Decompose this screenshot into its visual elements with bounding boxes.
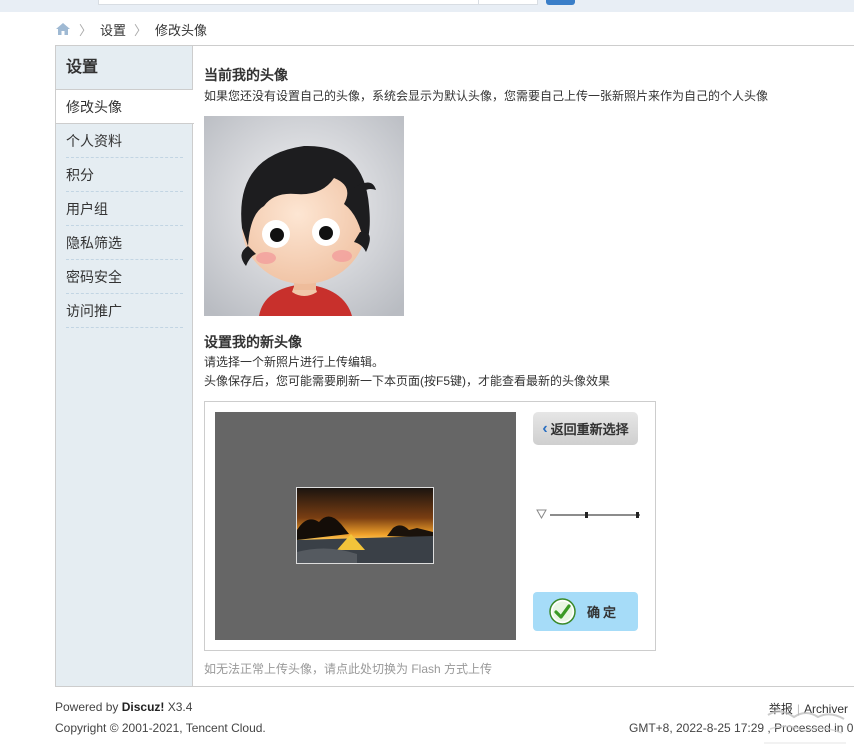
confirm-button[interactable]: 确定 bbox=[533, 592, 638, 631]
uploaded-photo[interactable] bbox=[296, 487, 434, 564]
flash-upload-link[interactable]: 如无法正常上传头像，请点此处切换为 Flash 方式上传 bbox=[204, 660, 492, 677]
copyright: Copyright © 2001-2021, Tencent Cloud. bbox=[55, 721, 266, 735]
sidebar-item-profile[interactable]: 个人资料 bbox=[66, 124, 183, 158]
current-avatar-heading: 当前我的头像 bbox=[204, 67, 288, 83]
confirm-label: 确定 bbox=[587, 605, 620, 620]
search-divider bbox=[478, 0, 479, 5]
home-icon[interactable] bbox=[55, 22, 71, 36]
settings-sidebar: 设置 修改头像 个人资料 积分 用户组 隐私筛选 密码安全 访问推广 bbox=[56, 46, 194, 686]
crop-canvas[interactable] bbox=[215, 412, 516, 640]
breadcrumb-item-settings[interactable]: 设置 bbox=[100, 20, 126, 39]
current-avatar-image bbox=[204, 116, 404, 316]
new-avatar-instruction: 请选择一个新照片进行上传编辑。 bbox=[204, 355, 385, 369]
server-time: GMT+8, 2022-8-25 17:29 , Processed in 0 bbox=[629, 721, 854, 735]
breadcrumb-item-avatar[interactable]: 修改头像 bbox=[155, 20, 207, 39]
sidebar-title: 设置 bbox=[56, 46, 192, 90]
new-avatar-refresh-note: 头像保存后，您可能需要刷新一下本页面(按F5键)，才能查看最新的头像效果 bbox=[204, 374, 610, 388]
sidebar-item-avatar[interactable]: 修改头像 bbox=[56, 90, 194, 124]
search-input[interactable] bbox=[98, 0, 538, 5]
powered-version: X3.4 bbox=[167, 700, 193, 714]
footer-links: 举报 | Archiver bbox=[769, 700, 848, 717]
breadcrumb-separator: 〉 bbox=[134, 22, 148, 38]
zoom-slider[interactable] bbox=[536, 507, 642, 521]
checkmark-icon bbox=[549, 598, 576, 625]
breadcrumb-separator: 〉 bbox=[79, 22, 93, 38]
current-avatar-description: 如果您还没有设置自己的头像，系统会显示为默认头像，您需要自己上传一张新照片来作为… bbox=[204, 89, 769, 103]
avatar-editor: ‹ 返回重新选择 确定 bbox=[204, 401, 656, 651]
sidebar-item-credits[interactable]: 积分 bbox=[66, 158, 183, 192]
top-header-strip bbox=[0, 0, 854, 12]
sidebar-item-usergroup[interactable]: 用户组 bbox=[66, 192, 183, 226]
sidebar-item-password[interactable]: 密码安全 bbox=[66, 260, 183, 294]
sidebar-item-privacy[interactable]: 隐私筛选 bbox=[66, 226, 183, 260]
chevron-left-icon: ‹ bbox=[542, 419, 548, 437]
powered-by: Powered by Discuz! X3.4 bbox=[55, 700, 192, 714]
discuz-link[interactable]: Discuz! bbox=[122, 700, 165, 714]
search-button[interactable] bbox=[546, 0, 575, 5]
breadcrumb: 〉 设置 〉 修改头像 bbox=[55, 19, 207, 39]
archiver-link[interactable]: Archiver bbox=[804, 702, 848, 716]
powered-prefix: Powered by bbox=[55, 700, 119, 714]
sidebar-item-promotion[interactable]: 访问推广 bbox=[66, 294, 183, 328]
reselect-button[interactable]: ‹ 返回重新选择 bbox=[533, 412, 638, 445]
footer-divider: | bbox=[796, 702, 800, 716]
new-avatar-heading: 设置我的新头像 bbox=[204, 334, 302, 350]
report-link[interactable]: 举报 bbox=[769, 702, 793, 716]
reselect-label: 返回重新选择 bbox=[550, 422, 629, 437]
